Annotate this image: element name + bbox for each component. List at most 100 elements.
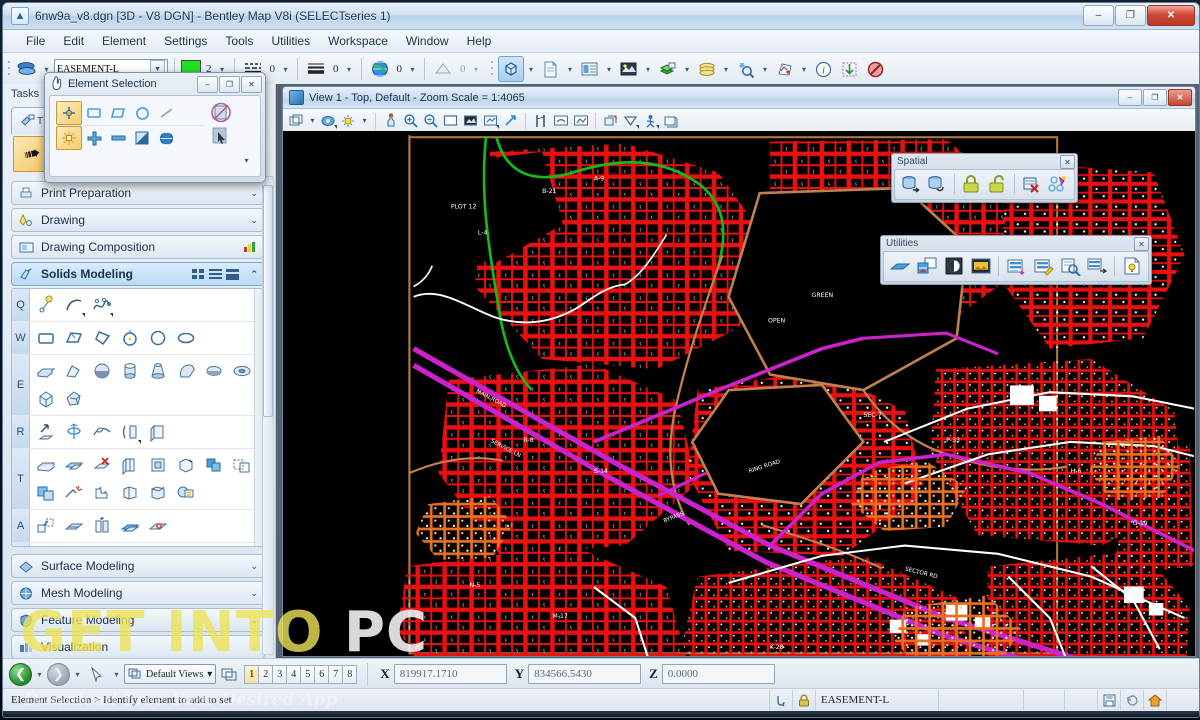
solid-properties-icon[interactable] <box>172 479 200 507</box>
change-view-perspective-icon[interactable] <box>661 111 680 130</box>
move-face-icon[interactable] <box>60 545 88 546</box>
transparency-globe-icon[interactable] <box>368 57 392 81</box>
view-minimize-button[interactable]: – <box>1118 89 1142 106</box>
union-icon[interactable] <box>32 451 60 479</box>
block-select-icon[interactable] <box>82 102 106 124</box>
place-wedge-icon[interactable] <box>60 357 88 385</box>
selection-disabled-icon[interactable] <box>208 101 234 125</box>
task-section-feature-modeling[interactable]: Feature Modeling ⌄ <box>11 608 265 632</box>
task-section-surface-modeling[interactable]: Surface Modeling ⌄ <box>11 554 265 578</box>
import-spatial-icon[interactable] <box>898 172 923 196</box>
view-toggle-4[interactable]: 4 <box>287 664 302 684</box>
toolbar-grip-2[interactable] <box>489 58 496 80</box>
convert-to-smartsolid-icon[interactable] <box>32 512 60 540</box>
models-caret[interactable]: ▾ <box>604 58 615 80</box>
models-icon[interactable] <box>578 57 602 81</box>
difference-icon[interactable] <box>60 451 88 479</box>
maximize-button[interactable]: ❐ <box>1115 5 1146 26</box>
line-weight-icon[interactable] <box>304 57 328 81</box>
window-area-icon[interactable] <box>441 111 460 130</box>
minimize-button[interactable]: – <box>1083 5 1114 26</box>
info-icon[interactable]: i <box>812 57 836 81</box>
coord-z-value[interactable]: 0.0000 <box>661 664 775 684</box>
lock-open-icon[interactable] <box>985 172 1010 196</box>
composition-chart-icon[interactable] <box>243 241 258 254</box>
place-polyhedron-icon[interactable] <box>60 385 88 413</box>
menu-edit[interactable]: Edit <box>54 31 93 51</box>
zoom-out-icon[interactable] <box>421 111 440 130</box>
place-cone-icon[interactable] <box>144 357 172 385</box>
line-select-icon[interactable] <box>154 102 178 124</box>
references-icon[interactable] <box>617 57 641 81</box>
view-close-button[interactable]: ✕ <box>1168 89 1192 106</box>
place-polygon-icon[interactable] <box>88 324 116 352</box>
image-icon[interactable] <box>968 254 994 278</box>
place-bspline-icon[interactable] <box>88 291 116 319</box>
task-section-visualization[interactable]: Visualization ⌄ <box>11 635 265 659</box>
3d-cube-icon[interactable] <box>497 56 524 82</box>
chevron-down-icon[interactable]: ⌄ <box>250 588 258 599</box>
place-cylinder-icon[interactable] <box>116 357 144 385</box>
back-arrow-icon[interactable]: ❮ <box>9 662 32 686</box>
priority-caret[interactable]: ▾ <box>471 58 482 80</box>
report-icon[interactable] <box>1003 254 1029 278</box>
newfile-caret[interactable]: ▾ <box>565 58 576 80</box>
thicken-icon[interactable] <box>116 418 144 446</box>
save-settings-icon[interactable] <box>1097 690 1120 710</box>
close-button[interactable]: ✕ <box>1147 5 1195 26</box>
delete-database-icon[interactable] <box>1019 172 1044 196</box>
menu-utilities[interactable]: Utilities <box>262 31 319 51</box>
copy-view-icon[interactable] <box>571 111 590 130</box>
chevron-down-icon[interactable]: ⌄ <box>250 615 258 626</box>
new-selection-icon[interactable] <box>56 126 82 150</box>
zoom-tool-icon[interactable] <box>381 111 400 130</box>
extrude-icon[interactable] <box>32 418 60 446</box>
place-box-icon[interactable] <box>32 385 60 413</box>
view-previous-icon[interactable] <box>531 111 550 130</box>
view-toggle-1[interactable]: 1 <box>244 664 260 684</box>
view-mode-list-icon[interactable] <box>209 268 223 280</box>
new-file-icon[interactable] <box>539 57 563 81</box>
leveldisp-caret[interactable]: ▾ <box>721 58 732 80</box>
view-mode-grid-icon[interactable] <box>192 268 206 280</box>
trim-solid-icon[interactable] <box>144 479 172 507</box>
es-maximize-button[interactable]: ❐ <box>219 76 240 93</box>
es-minimize-button[interactable]: – <box>197 76 218 93</box>
add-selection-icon[interactable] <box>82 127 106 149</box>
query-icon[interactable] <box>1057 254 1083 278</box>
circle-select-icon[interactable] <box>130 102 154 124</box>
view-toggle-3[interactable]: 3 <box>273 664 288 684</box>
back-caret[interactable]: ▾ <box>34 663 45 685</box>
task-section-mesh-modeling[interactable]: Mesh Modeling ⌄ <box>11 581 265 605</box>
chevron-down-icon[interactable]: ⌄ <box>250 188 258 199</box>
task-section-solids-modeling[interactable]: Solids Modeling ⌃ <box>11 262 265 286</box>
view-attributes-icon[interactable] <box>319 111 338 130</box>
view-maximize-button[interactable]: ❐ <box>1143 89 1167 106</box>
tile-windows-icon[interactable] <box>218 662 242 686</box>
rotate-view-icon[interactable] <box>481 111 500 130</box>
surface-analysis-icon[interactable] <box>144 512 172 540</box>
analyze-icon[interactable] <box>838 57 862 81</box>
modify-solid-icon[interactable] <box>228 451 256 479</box>
view-mode-panel-icon[interactable] <box>226 268 240 280</box>
place-shape-icon[interactable] <box>60 324 88 352</box>
spatial-toolbar-close[interactable]: ✕ <box>1060 155 1075 169</box>
cube-caret[interactable]: ▾ <box>526 58 537 80</box>
utilities-toolbar-close[interactable]: ✕ <box>1134 237 1149 251</box>
extract-face-icon[interactable] <box>88 512 116 540</box>
chevron-down-icon[interactable]: ⌄ <box>250 215 258 226</box>
place-circle-center-icon[interactable] <box>116 324 144 352</box>
place-torus-partial-icon[interactable] <box>172 357 200 385</box>
lock-closed-icon[interactable] <box>959 172 984 196</box>
imprint-icon[interactable] <box>172 545 200 546</box>
hollow-icon[interactable] <box>144 451 172 479</box>
view-groups-combo[interactable]: Default Views ▾ <box>124 664 217 684</box>
delete-face-icon[interactable] <box>144 545 172 546</box>
level-manager-icon[interactable] <box>656 57 680 81</box>
stitch-icon[interactable] <box>88 479 116 507</box>
cut-solid-icon[interactable] <box>116 451 144 479</box>
element-info-search-icon[interactable] <box>734 57 758 81</box>
menu-file[interactable]: File <box>17 31 54 51</box>
tasks-scrollbar-thumb[interactable] <box>263 185 273 417</box>
menu-workspace[interactable]: Workspace <box>319 31 397 51</box>
